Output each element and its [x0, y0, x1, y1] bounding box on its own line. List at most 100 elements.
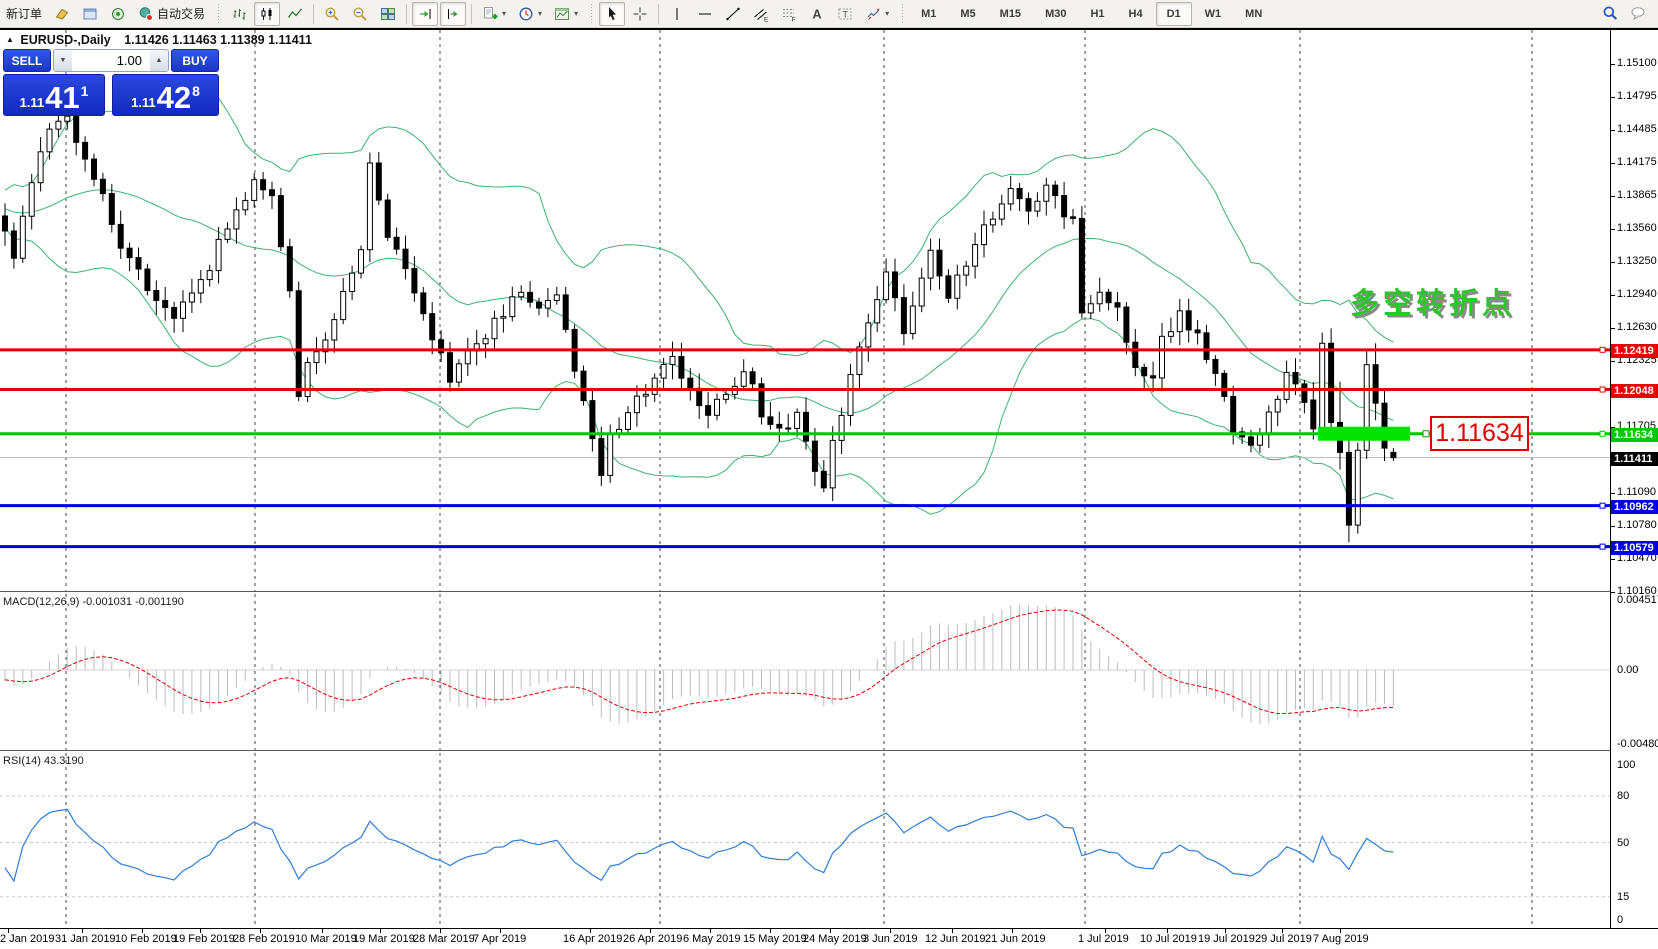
bollinger-lower — [5, 227, 1393, 514]
chart-line-button[interactable] — [282, 2, 308, 26]
date-axis-label: 6 May 2019 — [683, 933, 740, 945]
rsi-chart[interactable] — [0, 753, 1658, 928]
candle-bear — [563, 295, 568, 330]
candle-bull — [38, 152, 43, 183]
chart-bars-button[interactable] — [226, 2, 252, 26]
price-axis-tick — [1611, 196, 1615, 197]
candle-bull — [519, 292, 524, 296]
line-handle[interactable] — [1423, 431, 1429, 437]
tf-h4-button[interactable]: H4 — [1118, 2, 1154, 26]
price-level-tag[interactable]: 1.11634 — [1430, 416, 1529, 451]
chart-candles-button[interactable] — [254, 2, 280, 26]
sell-button[interactable]: SELL — [3, 49, 51, 72]
date-axis-label: 28 Feb 2019 — [233, 933, 295, 945]
tile-windows-button[interactable] — [375, 2, 401, 26]
candle-bull — [839, 415, 844, 440]
main-chart-pane[interactable]: ▲ EURUSD-,Daily 1.11426 1.11463 1.11389 … — [0, 30, 1658, 591]
sell-price-sup: 1 — [81, 83, 89, 99]
volume-decrease-button[interactable]: ▼ — [54, 50, 72, 71]
tf-w1-button[interactable]: W1 — [1194, 2, 1233, 26]
draw-vline-button[interactable] — [664, 2, 690, 26]
tf-m1-button[interactable]: M1 — [910, 2, 947, 26]
candle-bull — [910, 306, 915, 334]
rsi-pane[interactable]: RSI(14) 43.3190 — [0, 753, 1658, 928]
candle-bear — [1115, 303, 1120, 307]
zoom-in-button[interactable] — [319, 2, 345, 26]
search-button[interactable] — [1597, 1, 1623, 25]
candle-bear — [1249, 437, 1254, 445]
candle-bull — [1044, 185, 1049, 201]
candle-bear — [1071, 217, 1076, 219]
new-order-button-label: 新订单 — [6, 5, 42, 22]
market-watch-button[interactable] — [49, 2, 75, 26]
templates-button[interactable]: ▾ — [549, 2, 583, 26]
candle-bull — [465, 351, 470, 364]
candle-bull — [982, 225, 987, 245]
candle-bear — [172, 308, 177, 319]
candle-bull — [1320, 343, 1325, 429]
dropdown-caret-icon: ▾ — [538, 9, 542, 18]
price-axis-tick — [1611, 97, 1615, 98]
date-axis[interactable]: 2 Jan 2019 31 Jan 2019 10 Feb 2019 19 Fe… — [0, 928, 1658, 949]
periods-button[interactable]: ▾ — [513, 2, 547, 26]
candle-bear — [118, 224, 123, 248]
tf-h1-button[interactable]: H1 — [1079, 2, 1115, 26]
candle-bull — [990, 219, 995, 225]
chart-shift-button[interactable] — [440, 2, 466, 26]
volume-field[interactable]: 1.00 — [72, 50, 150, 71]
candle-bull — [554, 295, 559, 301]
tf-m30-button[interactable]: M30 — [1034, 2, 1077, 26]
draw-hline-button[interactable] — [692, 2, 718, 26]
candle-bull — [1266, 412, 1271, 435]
candle-bull — [955, 275, 960, 298]
draw-channel-button[interactable]: E — [748, 2, 774, 26]
highlight-rectangle[interactable] — [1318, 427, 1410, 441]
macd-pane[interactable]: MACD(12,26,9) -0.001031 -0.001190 — [0, 594, 1658, 750]
draw-arrows-button[interactable]: ▾ — [860, 2, 894, 26]
cursor-button[interactable] — [599, 2, 625, 26]
draw-fibo-button[interactable]: F — [776, 2, 802, 26]
svg-text:T: T — [843, 9, 849, 19]
candle-bull — [501, 317, 506, 319]
tf-m5-button[interactable]: M5 — [949, 2, 986, 26]
candle-bear — [1222, 373, 1227, 396]
buy-price-tile[interactable]: 1.11 42 8 — [112, 74, 219, 116]
draw-trendline-button[interactable] — [720, 2, 746, 26]
candle-bear — [1142, 367, 1147, 375]
date-axis-label: 3 Jun 2019 — [863, 933, 917, 945]
draw-label-button[interactable]: T — [832, 2, 858, 26]
candle-bull — [999, 204, 1004, 219]
new-order-button[interactable]: 新订单 — [1, 2, 47, 26]
candle-bear — [1346, 452, 1351, 525]
price-axis[interactable]: 1.15100 1.14795 1.14485 1.14175 1.13865 … — [1610, 30, 1658, 928]
indicators-button[interactable]: ▾ — [477, 2, 511, 26]
candle-bull — [741, 372, 746, 387]
candle-bear — [1373, 365, 1378, 404]
volume-increase-button[interactable]: ▲ — [150, 50, 168, 71]
draw-text-button[interactable]: A — [804, 2, 830, 26]
candle-bull — [964, 266, 969, 275]
bollinger-upper — [5, 84, 1393, 356]
crosshair-button[interactable] — [627, 2, 653, 26]
macd-chart[interactable] — [0, 594, 1658, 750]
buy-price-big: 42 — [157, 83, 191, 113]
autotrading-button[interactable]: 自动交易 — [133, 2, 210, 26]
chat-button[interactable] — [1625, 1, 1651, 25]
navigator-button[interactable] — [105, 2, 131, 26]
candle-bear — [1017, 188, 1022, 198]
tf-d1-button[interactable]: D1 — [1156, 2, 1192, 26]
candle-bull — [189, 293, 194, 302]
candle-bear — [821, 471, 826, 488]
auto-scroll-button[interactable] — [412, 2, 438, 26]
chart-shift-icon — [445, 6, 461, 22]
price-axis-tick — [1611, 130, 1615, 131]
tf-m15-button[interactable]: M15 — [989, 2, 1032, 26]
data-window-button[interactable] — [77, 2, 103, 26]
candle-bear — [1195, 330, 1200, 333]
buy-button[interactable]: BUY — [171, 49, 219, 72]
zoom-out-button[interactable] — [347, 2, 373, 26]
date-axis-label: 24 May 2019 — [803, 933, 867, 945]
candle-bear — [706, 406, 711, 416]
sell-price-tile[interactable]: 1.11 41 1 — [3, 74, 105, 116]
tf-mn-button[interactable]: MN — [1234, 2, 1273, 26]
